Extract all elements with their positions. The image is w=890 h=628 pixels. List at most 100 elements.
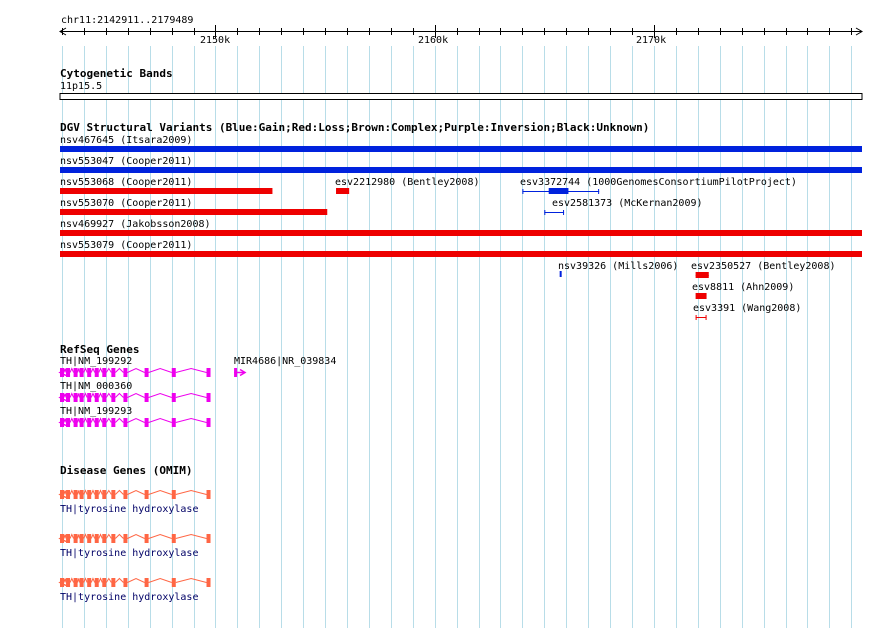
omim-gene-intron (98, 577, 103, 583)
refseq-gene-exon (102, 368, 107, 377)
refseq-gene-exon (206, 393, 211, 402)
refseq-gene-intron (90, 367, 96, 373)
refseq-gene-exon (144, 393, 149, 402)
track-title-refseq[interactable]: RefSeq Genes (60, 344, 139, 356)
track-title-omim[interactable]: Disease Genes (OMIM) (60, 465, 192, 477)
omim-gene-label[interactable]: TH|tyrosine hydroxylase (60, 548, 198, 559)
omim-gene-intron (175, 489, 207, 495)
dgv-feature-label[interactable]: esv2581373 (McKernan2009) (552, 198, 703, 209)
refseq-gene-exon (102, 393, 107, 402)
omim-gene-exon (123, 534, 128, 543)
refseq-gene-intron (105, 392, 112, 398)
refseq-gene-exon (87, 418, 92, 427)
track-title-dgv[interactable]: DGV Structural Variants (Blue:Gain;Red:L… (60, 122, 649, 134)
dgv-feature-label[interactable]: esv8811 (Ahn2009) (692, 282, 794, 293)
refseq-gene-intron (148, 392, 172, 398)
omim-gene-intron (127, 577, 145, 583)
refseq-gene-exon (94, 418, 99, 427)
refseq-gene-exon (66, 368, 71, 377)
refseq-gene-intron (115, 417, 124, 423)
omim-gene-intron (105, 489, 112, 495)
omim-gene-label[interactable]: TH|tyrosine hydroxylase (60, 504, 198, 515)
refseq-gene-intron (127, 367, 145, 373)
omim-gene-exon (206, 490, 211, 499)
dgv-feature-bar (60, 230, 862, 236)
ruler-tick-label: 2150k (200, 35, 231, 46)
refseq-gene-exon (94, 393, 99, 402)
omim-gene-exon (111, 578, 116, 587)
omim-gene-exon (206, 578, 211, 587)
refseq-gene-intron (77, 418, 81, 423)
refseq-gene-intron (83, 392, 88, 398)
refseq-gene-label[interactable]: MIR4686|NR_039834 (234, 356, 336, 367)
refseq-gene-exon (94, 368, 99, 377)
refseq-gene-exon (123, 418, 128, 427)
omim-gene-intron (77, 534, 81, 539)
omim-gene-intron (115, 533, 124, 539)
dgv-feature-label[interactable]: nsv553070 (Cooper2011) (60, 198, 192, 209)
refseq-gene-exon (144, 368, 149, 377)
dgv-feature-label[interactable]: nsv553079 (Cooper2011) (60, 240, 192, 251)
dgv-feature-core (548, 188, 569, 194)
omim-gene-exon (73, 534, 78, 543)
omim-gene-exon (87, 578, 92, 587)
omim-gene-exon (79, 490, 84, 499)
cytoband-bar (59, 93, 863, 100)
ruler-tick-label: 2170k (636, 35, 667, 46)
refseq-gene-intron (115, 367, 124, 373)
omim-gene-exon (102, 578, 107, 587)
dgv-feature-bar (336, 188, 350, 194)
refseq-gene-exon (79, 393, 84, 402)
omim-gene-exon (79, 578, 84, 587)
refseq-gene-label[interactable]: TH|NM_199293 (60, 406, 132, 417)
refseq-gene-intron (175, 367, 207, 373)
refseq-gene-intron (83, 417, 88, 423)
omim-gene-intron (83, 489, 88, 495)
refseq-gene-exon (73, 393, 78, 402)
refseq-gene-label[interactable]: TH|NM_199292 (60, 356, 132, 367)
refseq-gene-intron (90, 392, 96, 398)
refseq-gene-exon (87, 393, 92, 402)
refseq-gene-intron (90, 417, 96, 423)
omim-gene-exon (60, 534, 64, 543)
omim-gene-exon (60, 578, 64, 587)
omim-gene-intron (69, 489, 75, 495)
omim-gene-label[interactable]: TH|tyrosine hydroxylase (60, 592, 198, 603)
refseq-gene-exon (144, 418, 149, 427)
omim-gene-intron (98, 533, 103, 539)
omim-gene-intron (90, 533, 96, 539)
dgv-feature-bar (60, 251, 862, 257)
refseq-gene-exon (171, 393, 176, 402)
omim-gene-exon (94, 578, 99, 587)
omim-gene-exon (144, 490, 149, 499)
dgv-feature-label[interactable]: esv2350527 (Bentley2008) (691, 261, 836, 272)
refseq-gene-intron (69, 417, 75, 423)
omim-gene-exon (111, 534, 116, 543)
refseq-gene-intron (98, 392, 103, 398)
dgv-feature-label[interactable]: nsv553068 (Cooper2011) (60, 177, 192, 188)
dgv-feature-label[interactable]: nsv467645 (Itsara2009) (60, 135, 192, 146)
dgv-feature-label[interactable]: esv3391 (Wang2008) (693, 303, 801, 314)
refseq-gene-label[interactable]: TH|NM_000360 (60, 381, 132, 392)
omim-gene-intron (90, 489, 96, 495)
omim-gene-exon (94, 534, 99, 543)
dgv-feature-bar (60, 209, 328, 215)
omim-gene-intron (83, 577, 88, 583)
dgv-feature-label[interactable]: esv3372744 (1000GenomesConsortiumPilotPr… (520, 177, 797, 188)
omim-gene-exon (102, 534, 107, 543)
dgv-feature-bar (60, 188, 273, 194)
track-title-cytobands[interactable]: Cytogenetic Bands (60, 68, 173, 80)
dgv-feature-label[interactable]: nsv39326 (Mills2006) (558, 261, 678, 272)
dgv-feature-label[interactable]: nsv469927 (Jakobsson2008) (60, 219, 211, 230)
refseq-gene-exon (60, 368, 64, 377)
omim-gene-exon (79, 534, 84, 543)
omim-gene-intron (77, 578, 81, 583)
omim-gene-intron (175, 577, 207, 583)
omim-gene-intron (127, 489, 145, 495)
dgv-feature-label[interactable]: esv2212980 (Bentley2008) (335, 177, 480, 188)
dgv-feature-label[interactable]: nsv553047 (Cooper2011) (60, 156, 192, 167)
refseq-gene-exon (73, 368, 78, 377)
refseq-gene-exon (206, 368, 211, 377)
omim-gene-exon (171, 534, 176, 543)
omim-gene-exon (144, 578, 149, 587)
